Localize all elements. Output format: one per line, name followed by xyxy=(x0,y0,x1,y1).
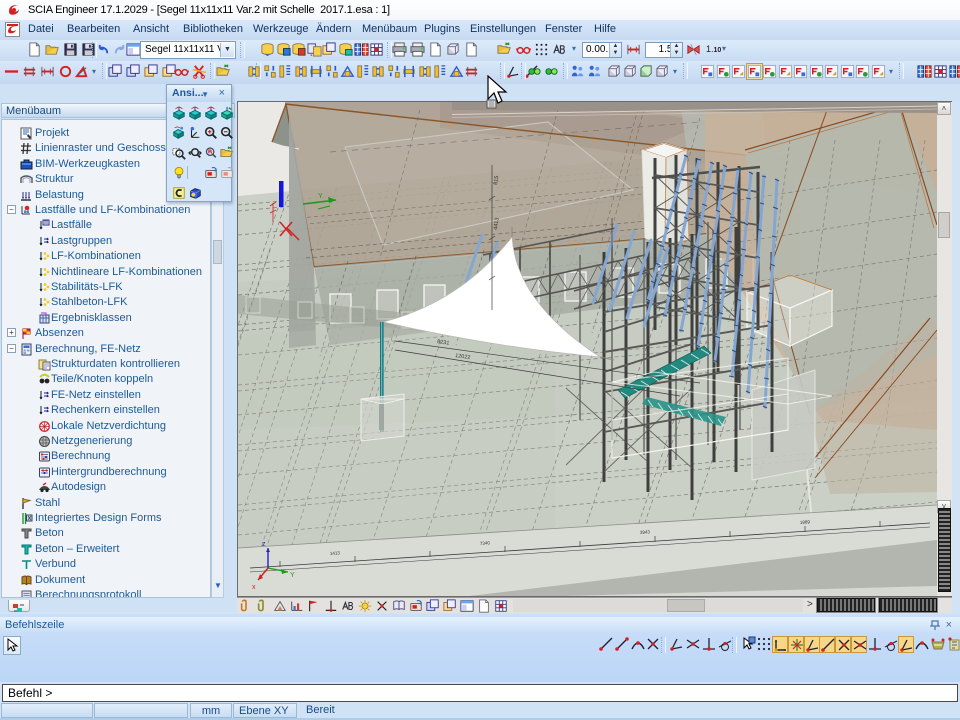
svg-text:1413: 1413 xyxy=(330,550,341,556)
svg-text:Y: Y xyxy=(290,572,295,579)
svg-text:815: 815 xyxy=(493,175,500,185)
svg-text:Y: Y xyxy=(318,193,323,200)
svg-text:3943: 3943 xyxy=(640,529,651,535)
svg-text:z: z xyxy=(262,541,266,548)
svg-text:7340: 7340 xyxy=(480,540,491,546)
svg-text:x: x xyxy=(252,584,256,591)
svg-text:1989: 1989 xyxy=(800,519,811,525)
